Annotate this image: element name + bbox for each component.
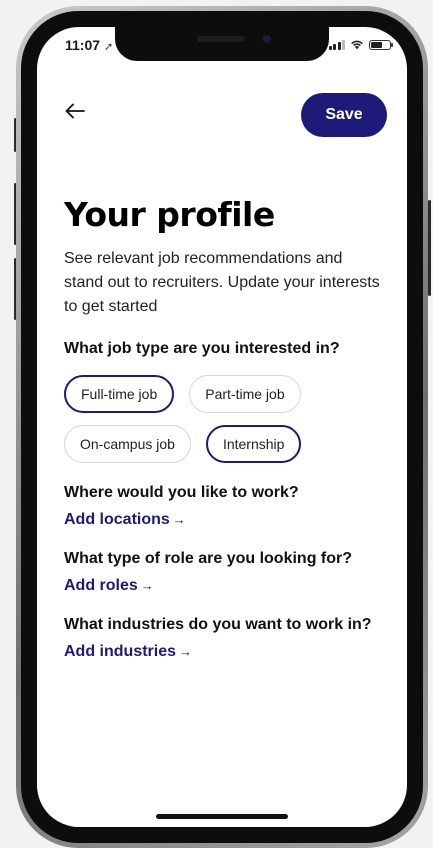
chip-full-time-job[interactable]: Full-time job xyxy=(64,375,175,413)
arrow-right-icon: → xyxy=(140,578,154,593)
page-subtitle: See relevant job recommendations and sta… xyxy=(64,250,380,315)
locations-section: Where would you like to work? Add locati… xyxy=(64,483,384,529)
status-icons xyxy=(328,39,393,50)
device-frame: 11:07 ➚ Save Your profile See relevant j… xyxy=(0,0,433,848)
battery-icon xyxy=(369,39,393,50)
save-button[interactable]: Save xyxy=(301,93,387,137)
front-camera xyxy=(263,35,271,43)
status-time: 11:07 ➚ xyxy=(65,37,113,53)
industries-section: What industries do you want to work in? … xyxy=(64,615,384,661)
add-roles-label: Add roles xyxy=(64,577,138,594)
job-type-options: Full-time job Part-time job On-campus jo… xyxy=(64,375,364,463)
screen: 11:07 ➚ Save Your profile See relevant j… xyxy=(37,27,407,827)
add-industries-link[interactable]: Add industries → xyxy=(64,643,192,661)
chip-on-campus-job[interactable]: On-campus job xyxy=(64,425,191,463)
power-button xyxy=(428,200,431,296)
home-indicator[interactable] xyxy=(156,814,288,819)
chip-part-time-job[interactable]: Part-time job xyxy=(189,375,301,413)
arrow-right-icon: → xyxy=(172,512,186,527)
phone-bezel: 11:07 ➚ Save Your profile See relevant j… xyxy=(21,11,423,843)
location-arrow-icon: ➚ xyxy=(104,41,114,53)
notch xyxy=(115,27,329,61)
page-title: Your profile xyxy=(64,195,275,234)
locations-question: Where would you like to work? xyxy=(64,484,299,501)
profile-content: Your profile See relevant job recommenda… xyxy=(64,195,384,661)
add-roles-link[interactable]: Add roles → xyxy=(64,577,154,595)
wifi-icon xyxy=(351,40,363,50)
job-type-question: What job type are you interested in? xyxy=(64,340,340,357)
chip-internship[interactable]: Internship xyxy=(205,425,302,463)
roles-question: What type of role are you looking for? xyxy=(64,550,353,567)
cellular-signal-icon xyxy=(328,39,345,50)
add-industries-label: Add industries xyxy=(64,643,177,660)
industries-question: What industries do you want to work in? xyxy=(64,616,372,633)
add-locations-link[interactable]: Add locations → xyxy=(64,511,186,529)
speaker-grille xyxy=(197,36,245,42)
arrow-left-icon xyxy=(65,103,85,119)
add-locations-label: Add locations xyxy=(64,511,170,528)
arrow-right-icon: → xyxy=(179,644,193,659)
status-time-text: 11:07 xyxy=(65,37,101,53)
back-button[interactable] xyxy=(63,99,87,123)
roles-section: What type of role are you looking for? A… xyxy=(64,549,384,595)
phone-body: 11:07 ➚ Save Your profile See relevant j… xyxy=(16,6,428,848)
